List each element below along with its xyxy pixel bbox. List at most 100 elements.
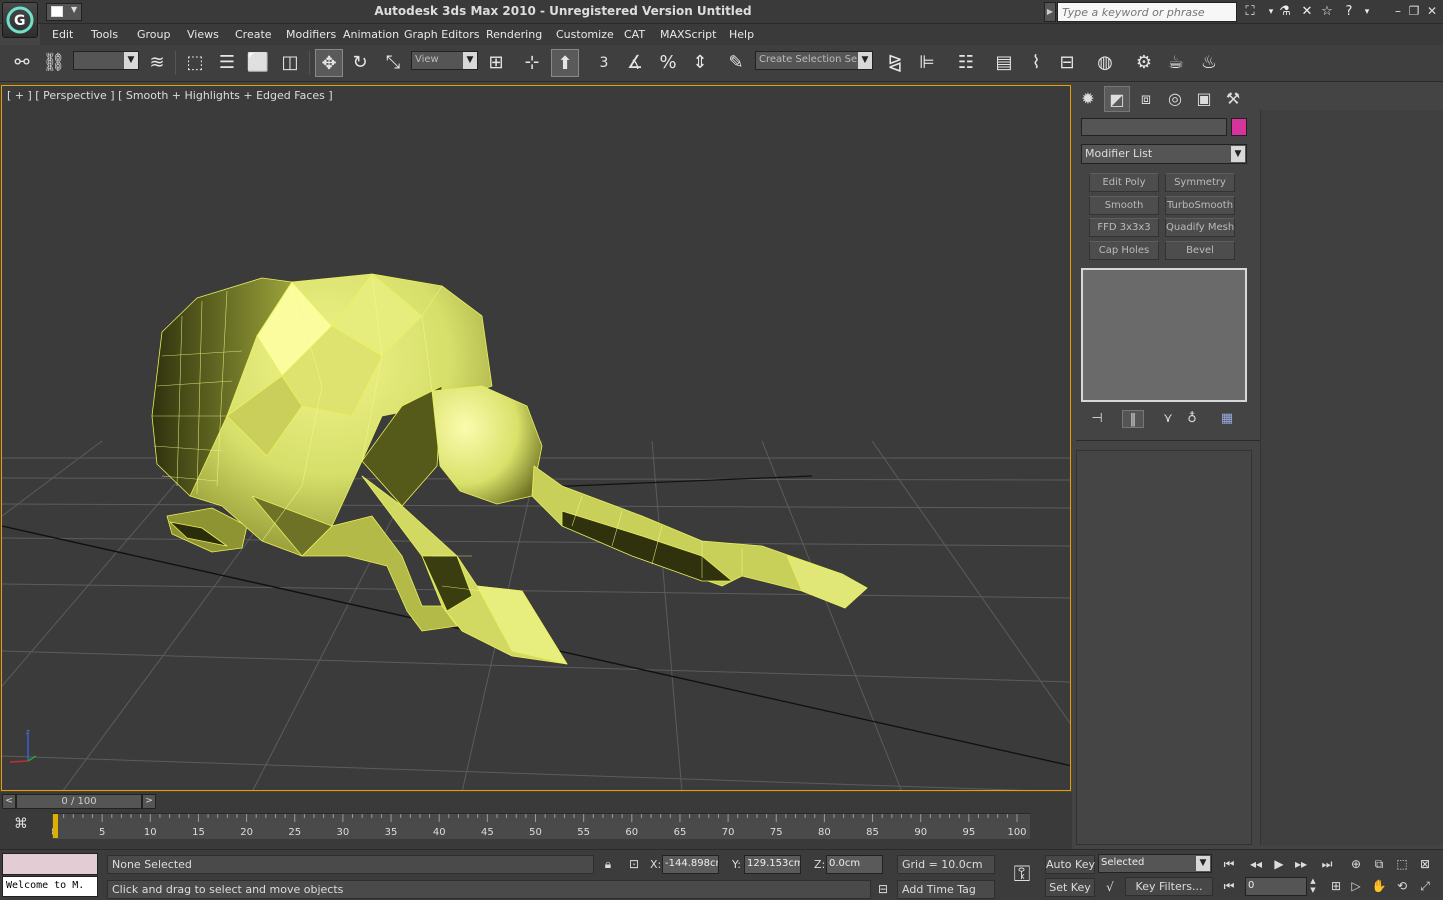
create-tab-icon[interactable]: ✹ [1075,86,1101,112]
z-coordinate-field[interactable]: 0.0cm [826,855,883,874]
unlink-icon[interactable]: ⛓ [40,49,68,77]
render-production-icon[interactable]: ♨ [1195,49,1223,77]
set-key-button[interactable]: Set Key [1045,878,1095,897]
go-to-end-icon[interactable]: ⏭ [1317,855,1337,873]
rectangular-selection-icon[interactable]: ⬜ [244,49,272,77]
display-tab-icon[interactable]: ▣ [1191,86,1217,112]
field-of-view-icon[interactable]: ▷ [1346,877,1366,895]
play-icon[interactable]: ▶ [1269,855,1289,873]
mirror-icon[interactable]: ⧎ [881,49,909,77]
mini-curve-editor-icon[interactable]: ⌘ [10,816,32,834]
pin-stack-icon[interactable]: ⊣ [1086,410,1108,428]
minimize-button[interactable]: – [1390,3,1406,19]
close-button[interactable]: ✕ [1424,3,1440,19]
reference-coordinate-dropdown[interactable]: View ▼ [411,51,478,70]
perspective-viewport[interactable]: [ + ] [ Perspective ] [ Smooth + Highlig… [1,85,1071,791]
zoom-extents-icon[interactable]: ⬚ [1392,855,1412,873]
modifier-list-dropdown[interactable]: Modifier List ▼ [1081,144,1247,164]
utilities-tab-icon[interactable]: ⚒ [1220,86,1246,112]
key-mode-dropdown[interactable]: Selected ▼ [1098,854,1212,873]
menu-views[interactable]: Views [187,28,219,41]
menu-group[interactable]: Group [137,28,171,41]
cap-holes-button[interactable]: Cap Holes [1089,241,1159,260]
keyboard-shortcut-override-icon[interactable]: ⬆ [551,49,579,77]
current-frame-field[interactable]: 0 [1245,877,1307,896]
select-and-scale-icon[interactable]: ⤡ [379,49,407,77]
rendered-frame-window-icon[interactable]: ☕ [1162,49,1190,77]
modifier-stack[interactable] [1081,268,1247,402]
maximize-viewport-icon[interactable]: ⤢ [1415,877,1435,895]
menu-customize[interactable]: Customize [556,28,614,41]
edit-poly-button[interactable]: Edit Poly [1089,173,1159,192]
go-to-start-icon[interactable]: ⏮ [1219,855,1239,873]
turbosmooth-button[interactable]: TurboSmooth [1165,196,1235,215]
quadify-mesh-button[interactable]: Quadify Mesh [1165,218,1235,237]
add-time-tag[interactable]: Add Time Tag [897,880,995,899]
time-tag-icon[interactable]: ⊟ [873,880,893,898]
hierarchy-tab-icon[interactable]: ⧈ [1133,86,1159,112]
menu-tools[interactable]: Tools [91,28,118,41]
select-manipulate-icon[interactable]: ⊹ [518,49,546,77]
time-slider[interactable]: 0 / 100 [16,794,142,809]
menu-create[interactable]: Create [235,28,272,41]
configure-modifier-sets-icon[interactable]: ▦ [1216,410,1238,428]
make-unique-icon[interactable]: ⋎ [1157,410,1179,428]
time-slider-prev[interactable]: < [2,794,16,809]
snaps-toggle-icon[interactable]: 3 [590,49,618,77]
layer-manager-icon[interactable]: ☷ [952,49,980,77]
menu-edit[interactable]: Edit [52,28,73,41]
ffd-button[interactable]: FFD 3x3x3 [1089,218,1159,237]
x-coordinate-field[interactable]: -144.898cm [662,855,719,874]
current-frame-marker[interactable] [53,814,58,838]
curve-editor-icon[interactable]: ⌇ [1022,49,1050,77]
window-crossing-icon[interactable]: ◫ [276,49,304,77]
menu-maxscript[interactable]: MAXScript [660,28,716,41]
edit-named-selection-icon[interactable]: ✎ [722,49,750,77]
menu-animation[interactable]: Animation [343,28,399,41]
key-mode-toggle-icon[interactable]: ⏮ [1219,877,1239,895]
align-icon[interactable]: ⊫ [913,49,941,77]
next-frame-icon[interactable]: ▸▸ [1291,855,1311,873]
search-expand-button[interactable]: ▶ [1044,2,1056,22]
zoom-all-icon[interactable]: ⧉ [1369,855,1389,873]
object-color-swatch[interactable] [1231,118,1247,136]
time-slider-next[interactable]: > [142,794,156,809]
frame-spinner[interactable]: ▲ ▼ [1307,877,1319,896]
menu-graph-editors[interactable]: Graph Editors [404,28,480,41]
show-end-result-icon[interactable]: ‖ [1122,410,1144,428]
communication-center-icon[interactable]: ⚗ [1276,3,1294,21]
help-icon[interactable]: ? [1340,3,1358,21]
material-editor-icon[interactable]: ◍ [1091,49,1119,77]
search-input[interactable] [1057,2,1237,22]
menu-cat[interactable]: CAT [624,28,645,41]
binoculars-icon[interactable]: ⛶ [1241,3,1259,21]
viewport-label[interactable]: [ + ] [ Perspective ] [ Smooth + Highlig… [7,89,333,102]
smooth-button[interactable]: Smooth [1089,196,1159,215]
chevron-down-icon[interactable]: ▾ [1358,3,1376,21]
favorites-star-icon[interactable]: ☆ [1318,3,1336,21]
motion-tab-icon[interactable]: ◎ [1162,86,1188,112]
zoom-extents-all-icon[interactable]: ⊠ [1415,855,1435,873]
schematic-view-icon[interactable]: ⊟ [1053,49,1081,77]
select-and-link-icon[interactable]: ⚯ [8,49,36,77]
arc-rotate-icon[interactable]: ⟲ [1392,877,1412,895]
auto-key-button[interactable]: Auto Key [1045,855,1095,874]
key-icon[interactable]: ⚿ [1003,856,1041,894]
select-object-icon[interactable]: ⬚ [181,49,209,77]
bind-to-space-warp-icon[interactable]: ≋ [143,49,171,77]
pan-view-icon[interactable]: ✋ [1369,877,1389,895]
zoom-icon[interactable]: ⊕ [1346,855,1366,873]
remove-modifier-icon[interactable]: ♁ [1181,410,1203,428]
modify-tab-icon[interactable]: ◩ [1104,86,1130,112]
select-and-rotate-icon[interactable]: ↻ [346,49,374,77]
selection-lock-icon[interactable]: 🔒︎ [598,855,618,873]
named-selection-sets-dropdown[interactable]: Create Selection Se ▼ [755,51,873,70]
menu-help[interactable]: Help [729,28,754,41]
key-filters-button[interactable]: Key Filters... [1125,877,1213,896]
spinner-snap-icon[interactable]: ⇕ [686,49,714,77]
maxscript-mini-listener[interactable]: Welcome to M. [2,876,98,897]
previous-frame-icon[interactable]: ◂◂ [1246,855,1266,873]
menu-rendering[interactable]: Rendering [486,28,542,41]
angle-snap-icon[interactable]: ∡ [621,49,649,77]
default-tangents-icon[interactable]: √ [1100,878,1120,896]
